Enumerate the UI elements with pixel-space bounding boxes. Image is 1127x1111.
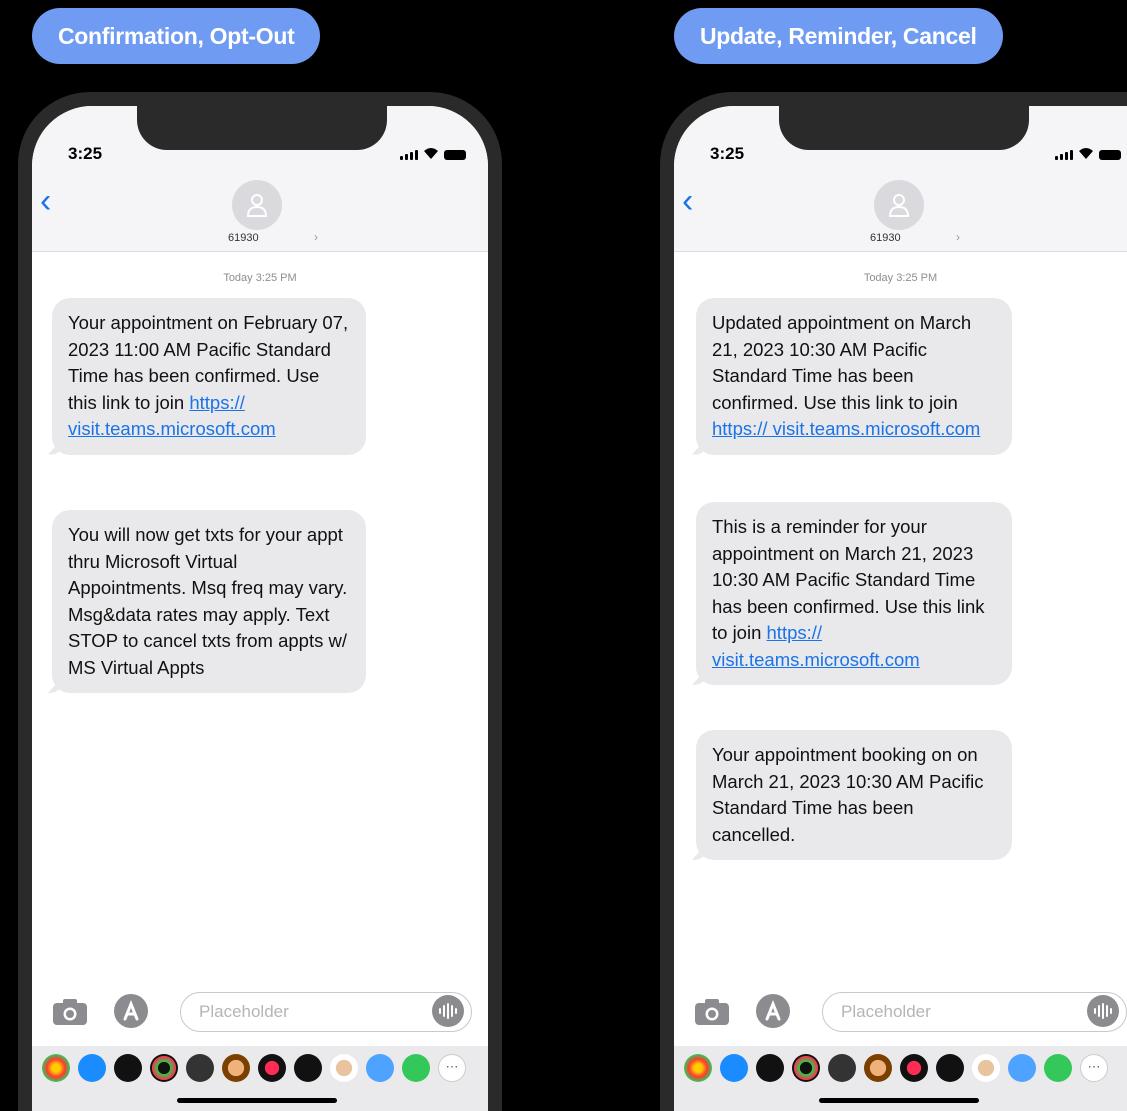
camera-icon[interactable] xyxy=(694,998,730,1026)
sticker-icon[interactable] xyxy=(972,1054,1000,1082)
app-store-icon[interactable] xyxy=(756,994,790,1028)
app-store-icon[interactable] xyxy=(366,1054,394,1082)
input-placeholder: Placeholder xyxy=(841,1002,931,1021)
back-chevron-icon[interactable]: ‹ xyxy=(40,184,51,218)
app-store-icon[interactable] xyxy=(114,994,148,1028)
message-text: Your appointment booking on on March 21,… xyxy=(712,744,984,845)
message-input[interactable]: Placeholder xyxy=(822,992,1127,1032)
chevron-right-icon[interactable]: › xyxy=(956,230,960,244)
status-icons xyxy=(1055,146,1121,160)
chevron-right-icon[interactable]: › xyxy=(314,230,318,244)
input-placeholder: Placeholder xyxy=(199,1002,289,1021)
category-pill-update: Update, Reminder, Cancel xyxy=(674,8,1003,64)
home-indicator xyxy=(177,1098,337,1103)
phone-screen: ‹ 61930 › 3:25 Today 3:25 PM Your appoin xyxy=(32,106,488,1111)
signal-icon xyxy=(1055,150,1073,160)
person-icon xyxy=(246,194,268,217)
avatar[interactable] xyxy=(874,180,924,230)
app-store-icon[interactable] xyxy=(78,1054,106,1082)
wifi-icon xyxy=(1079,148,1093,159)
message-text: Updated appointment on March 21, 2023 10… xyxy=(712,312,972,413)
animoji-icon[interactable] xyxy=(864,1054,892,1082)
notch xyxy=(779,106,1029,150)
phone-mockup-right: ‹ 61930 › 3:25 Today 3:25 PM Updated app xyxy=(660,92,1127,1111)
wifi-icon xyxy=(424,148,438,159)
signal-icon xyxy=(400,150,418,160)
memoji-sticker-icon[interactable] xyxy=(936,1054,964,1082)
app-store-icon[interactable] xyxy=(1008,1054,1036,1082)
phone-screen: ‹ 61930 › 3:25 Today 3:25 PM Updated app xyxy=(674,106,1127,1111)
more-icon[interactable]: ⋯ xyxy=(1080,1054,1108,1082)
message-timestamp: Today 3:25 PM xyxy=(223,272,297,284)
message-text: This is a reminder for your appointment … xyxy=(712,516,985,643)
message-bubble[interactable]: Your appointment on February 07, 2023 11… xyxy=(52,298,366,455)
app-store-icon[interactable] xyxy=(720,1054,748,1082)
notch xyxy=(137,106,387,150)
music-icon[interactable] xyxy=(402,1054,430,1082)
battery-icon xyxy=(1099,150,1121,160)
home-indicator xyxy=(819,1098,979,1103)
digital-touch-icon[interactable] xyxy=(900,1054,928,1082)
message-bubble[interactable]: Updated appointment on March 21, 2023 10… xyxy=(696,298,1012,455)
apple-pay-icon[interactable] xyxy=(114,1054,142,1082)
memoji-sticker-icon[interactable] xyxy=(294,1054,322,1082)
status-time: 3:25 xyxy=(710,144,745,163)
fitness-icon[interactable] xyxy=(150,1054,178,1082)
photos-icon[interactable] xyxy=(684,1054,712,1082)
battery-icon xyxy=(444,150,466,160)
status-icons xyxy=(400,146,466,160)
message-composer: Placeholder xyxy=(674,992,1127,1038)
audio-message-icon[interactable] xyxy=(1087,995,1119,1027)
animoji-icon[interactable] xyxy=(222,1054,250,1082)
message-composer: Placeholder xyxy=(32,992,488,1038)
person-icon xyxy=(888,194,910,217)
photos-icon[interactable] xyxy=(42,1054,70,1082)
message-input[interactable]: Placeholder xyxy=(180,992,472,1032)
digital-touch-icon[interactable] xyxy=(258,1054,286,1082)
sticker-icon[interactable] xyxy=(330,1054,358,1082)
fitness-icon[interactable] xyxy=(792,1054,820,1082)
phone-mockup-left: ‹ 61930 › 3:25 Today 3:25 PM Your appoin xyxy=(18,92,502,1111)
avatar[interactable] xyxy=(232,180,282,230)
contact-number[interactable]: 61930 xyxy=(870,232,901,244)
message-text: You will now get txts for your appt thru… xyxy=(68,524,348,678)
memoji-icon[interactable] xyxy=(828,1054,856,1082)
camera-icon[interactable] xyxy=(52,998,88,1026)
audio-message-icon[interactable] xyxy=(432,995,464,1027)
status-time: 3:25 xyxy=(68,144,103,163)
message-timestamp: Today 3:25 PM xyxy=(863,272,938,284)
memoji-icon[interactable] xyxy=(186,1054,214,1082)
message-bubble[interactable]: You will now get txts for your appt thru… xyxy=(52,510,366,693)
message-bubble[interactable]: Your appointment booking on on March 21,… xyxy=(696,730,1012,860)
back-chevron-icon[interactable]: ‹ xyxy=(682,184,693,218)
contact-number[interactable]: 61930 xyxy=(228,232,259,244)
music-icon[interactable] xyxy=(1044,1054,1072,1082)
message-link[interactable]: https:// visit.teams.microsoft.com xyxy=(712,418,980,439)
apple-pay-icon[interactable] xyxy=(756,1054,784,1082)
more-icon[interactable]: ⋯ xyxy=(438,1054,466,1082)
category-pill-confirmation: Confirmation, Opt-Out xyxy=(32,8,321,64)
message-bubble[interactable]: This is a reminder for your appointment … xyxy=(696,502,1012,685)
